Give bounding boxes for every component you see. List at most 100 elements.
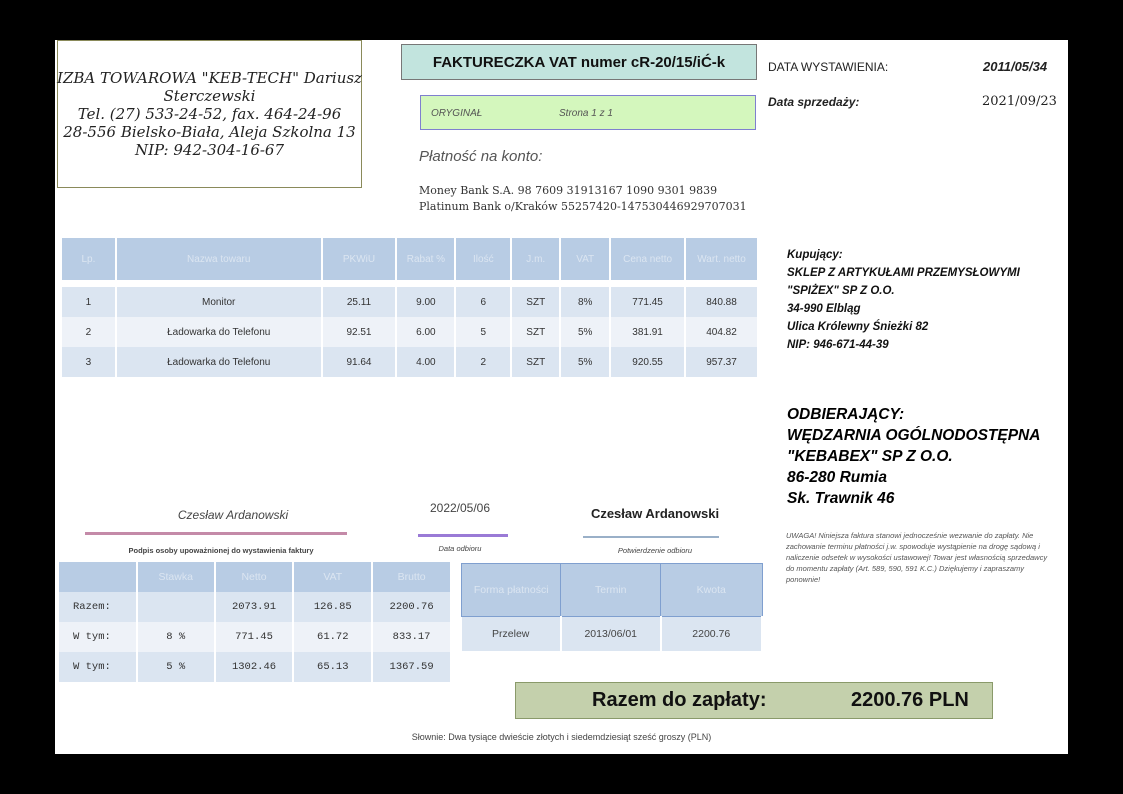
signature-line xyxy=(85,532,347,535)
cell: 771.45 xyxy=(610,287,687,317)
table-row: Razem: 2073.91 126.85 2200.76 xyxy=(59,592,452,622)
receiver-block: ODBIERAJĄCY: WĘDZARNIA OGÓLNODOSTĘPNA "K… xyxy=(787,404,1040,509)
table-row: W tym: 8 % 771.45 61.72 833.17 xyxy=(59,622,452,652)
receiver-line xyxy=(583,536,719,538)
cell: 2013/06/01 xyxy=(560,616,662,651)
payment-title: Płatność na konto: xyxy=(419,148,543,165)
cell: 91.64 xyxy=(321,347,398,377)
bank-account-2: Platinum Bank o/Kraków 55257420-14753044… xyxy=(419,200,747,213)
cell: Razem: xyxy=(59,592,138,622)
col-header: Lp. xyxy=(62,238,117,280)
cell: W tym: xyxy=(59,652,138,682)
receiver-line: WĘDZARNIA OGÓLNODOSTĘPNA xyxy=(787,427,1041,444)
col-header: J.m. xyxy=(511,238,562,280)
items-table: Lp. Nazwa towaru PKWiU Rabat % Ilość J.m… xyxy=(62,238,759,377)
cell: 840.88 xyxy=(685,287,759,317)
original-box: ORYGINAŁ Strona 1 z 1 xyxy=(420,95,756,130)
cell: SZT xyxy=(511,317,562,347)
col-header: Forma płatności xyxy=(460,563,562,617)
cell: 2200.76 xyxy=(660,616,764,651)
col-header xyxy=(59,562,138,592)
cell: 5% xyxy=(560,317,612,347)
cell: 833.17 xyxy=(372,622,452,652)
buyer-block: Kupujący: SKLEP Z ARTYKUŁAMI PRZEMYSŁOWY… xyxy=(787,246,1020,354)
col-header: Brutto xyxy=(372,562,452,592)
col-header: Wart. netto xyxy=(685,238,759,280)
receiver-line: "KEBABEX" SP Z O.O. xyxy=(787,448,953,465)
table-row: 2 Ładowarka do Telefonu 92.51 6.00 5 SZT… xyxy=(62,317,759,347)
cell: 1 xyxy=(62,287,117,317)
cell: 957.37 xyxy=(685,347,759,377)
cell: Monitor xyxy=(115,287,323,317)
invoice-title: FAKTURECZKA VAT numer cR-20/15/iĆ-k xyxy=(401,44,757,80)
issuer-signature: Czesław Ardanowski xyxy=(177,508,289,522)
cell: 5% xyxy=(560,347,612,377)
cell: 920.55 xyxy=(610,347,687,377)
cell: 6 xyxy=(455,287,513,317)
buyer-line: NIP: 946-671-44-39 xyxy=(787,339,889,351)
cell: 1367.59 xyxy=(372,652,452,682)
col-header: Netto xyxy=(214,562,295,592)
issuer-signature-label: Podpis osoby upoważnionej do wystawienia… xyxy=(128,546,314,555)
col-header: Stawka xyxy=(136,562,216,592)
cell: 65.13 xyxy=(293,652,374,682)
cell: 8% xyxy=(560,287,612,317)
cell: 1302.46 xyxy=(214,652,295,682)
col-header: Nazwa towaru xyxy=(115,238,323,280)
sale-date-label: Data sprzedaży: xyxy=(768,95,860,109)
items-header: Lp. Nazwa towaru PKWiU Rabat % Ilość J.m… xyxy=(62,238,759,280)
vat-summary-table: Stawka Netto VAT Brutto Razem: 2073.91 1… xyxy=(59,562,452,682)
receiver-line: Sk. Trawnik 46 xyxy=(787,490,895,507)
cell: W tym: xyxy=(59,622,138,652)
cell: 2073.91 xyxy=(214,592,295,622)
buyer-line: SKLEP Z ARTYKUŁAMI PRZEMYSŁOWYMI xyxy=(787,267,1020,279)
cell: 6.00 xyxy=(396,317,457,347)
cell: Ładowarka do Telefonu xyxy=(115,317,323,347)
receipt-date: 2022/05/06 xyxy=(429,501,491,515)
cell: 5 % xyxy=(136,652,216,682)
buyer-line: Ulica Królewny Śnieżki 82 xyxy=(787,321,929,333)
cell: 3 xyxy=(62,347,117,377)
cell: 61.72 xyxy=(293,622,374,652)
payment-terms-table: Forma płatności Termin Kwota Przelew 201… xyxy=(460,563,764,651)
cell: 25.11 xyxy=(321,287,398,317)
buyer-line: Kupujący: xyxy=(787,249,843,261)
summary-header: Stawka Netto VAT Brutto xyxy=(59,562,452,592)
seller-box: IZBA TOWAROWA "KEB-TECH" Dariusz Stercze… xyxy=(57,40,362,188)
cell: 2 xyxy=(455,347,513,377)
cell: 92.51 xyxy=(321,317,398,347)
col-header: Ilość xyxy=(455,238,513,280)
total-due-box: Razem do zapłaty: 2200.76 PLN xyxy=(515,682,993,719)
seller-line: 28-556 Bielsko-Biała, Aleja Szkolna 13 xyxy=(63,123,356,141)
cell: 9.00 xyxy=(396,287,457,317)
buyer-line: 34-990 Elbląg xyxy=(787,303,861,315)
original-label: ORYGINAŁ xyxy=(431,108,483,119)
receiver-line: 86-280 Rumia xyxy=(787,469,887,486)
amount-in-words: Słownie: Dwa tysiące dwieście złotych i … xyxy=(411,732,712,742)
receiver-signature-label: Potwierdzenie odbioru xyxy=(617,546,693,555)
bank-account-1: Money Bank S.A. 98 7609 31913167 1090 93… xyxy=(419,184,718,197)
cell: 126.85 xyxy=(293,592,374,622)
receipt-date-label: Data odbioru xyxy=(438,544,482,553)
col-header: VAT xyxy=(293,562,374,592)
total-label: Razem do zapłaty: xyxy=(592,689,767,711)
cell: 5 xyxy=(455,317,513,347)
cell: 8 % xyxy=(136,622,216,652)
buyer-line: "SPIŻEX" SP Z O.O. xyxy=(787,285,895,297)
table-row: Przelew 2013/06/01 2200.76 xyxy=(461,616,764,651)
cell: 4.00 xyxy=(396,347,457,377)
payment-note: UWAGA! Niniejsza faktura stanowi jednocz… xyxy=(786,531,1048,584)
cell: SZT xyxy=(511,347,562,377)
seller-line: Tel. (27) 533-24-52, fax. 464-24-96 xyxy=(77,105,342,123)
issue-date: 2011/05/34 xyxy=(983,59,1048,74)
seller-line: IZBA TOWAROWA "KEB-TECH" Dariusz xyxy=(57,69,362,87)
date-line xyxy=(418,534,508,537)
page-label: Strona 1 z 1 xyxy=(559,108,613,119)
issue-date-label: DATA WYSTAWIENIA: xyxy=(768,60,889,74)
cell: Przelew xyxy=(461,616,562,651)
col-header: VAT xyxy=(560,238,612,280)
cell: 381.91 xyxy=(610,317,687,347)
col-header: Kwota xyxy=(660,563,763,617)
col-header: Cena netto xyxy=(610,238,687,280)
receiver-signature: Czesław Ardanowski xyxy=(590,506,720,521)
